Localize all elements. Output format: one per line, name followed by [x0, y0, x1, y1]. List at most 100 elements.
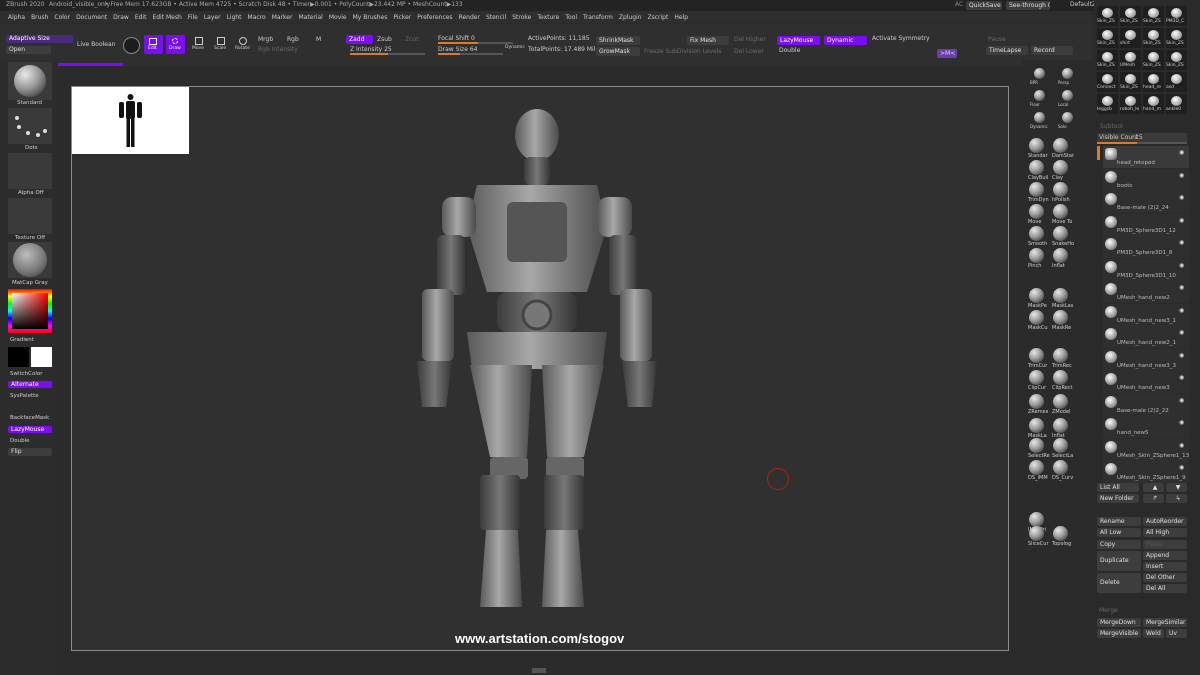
quicksave-button[interactable]: QuickSave	[966, 1, 1002, 10]
pause-button[interactable]: Pause	[988, 37, 1006, 43]
autoreorder-button[interactable]: AutoReorder	[1143, 517, 1187, 526]
subtool-item[interactable]: ◉ boots	[1103, 168, 1189, 191]
menu-item-marker[interactable]: Marker	[272, 14, 293, 21]
spotlight-icon[interactable]	[123, 37, 140, 54]
freeze-subdivision-button[interactable]: Freeze SubDivision Levels	[644, 49, 722, 55]
menu-item-tool[interactable]: Tool	[565, 14, 577, 21]
subtool-item[interactable]: ◉ PM3D_Sphere3D1_12	[1103, 213, 1189, 236]
mergevisible-button[interactable]: MergeVisible	[1097, 629, 1141, 638]
move-to-brush-icon[interactable]	[1053, 204, 1068, 219]
subtool-item[interactable]: ◉ UMesh_hand_new2	[1103, 281, 1189, 303]
menu-item-document[interactable]: Document	[76, 14, 107, 21]
menu-item-my-brushes[interactable]: My Brushes	[353, 14, 388, 21]
menu-item-zplugin[interactable]: Zplugin	[619, 14, 642, 21]
dynamic-button[interactable]: Dynamic	[824, 36, 867, 45]
eye-icon[interactable]: ◉	[1179, 217, 1184, 224]
subtool-item[interactable]: ◉ PM3D_Sphere3D1_8	[1103, 236, 1189, 258]
double-toolbar-button[interactable]: Double	[779, 48, 800, 54]
m-button[interactable]: M	[316, 37, 321, 43]
eye-icon[interactable]: ◉	[1179, 284, 1184, 291]
ds-imm-brush-icon[interactable]	[1029, 460, 1044, 475]
tool-thumbnail[interactable]: Skin_ZS	[1143, 28, 1164, 48]
z-intensity-slider[interactable]: Z Intensity 25	[350, 46, 425, 56]
masklas-brush-icon[interactable]	[1053, 288, 1068, 303]
del-other-button[interactable]: Del Other	[1143, 573, 1187, 582]
all-high-button[interactable]: All High	[1143, 528, 1187, 537]
tool-thumbnail[interactable]: Skin_ZS	[1166, 28, 1187, 48]
visible-count-slider[interactable]: Visible Count 15	[1097, 133, 1187, 144]
subtool-item[interactable]: ◉ UMesh_Skin_ZSphere1_13	[1103, 438, 1189, 461]
menu-item-stroke[interactable]: Stroke	[512, 14, 531, 21]
fix-mesh-button[interactable]: Fix Mesh	[687, 36, 729, 45]
record-button[interactable]: Record	[1031, 46, 1073, 55]
trimrec-brush-icon[interactable]	[1053, 348, 1068, 363]
weld-button[interactable]: Weld	[1143, 629, 1164, 638]
maskla-brush-icon[interactable]	[1029, 418, 1044, 433]
activate-symmetry-button[interactable]: Activate Symmetry	[872, 36, 930, 42]
eye-icon[interactable]: ◉	[1179, 172, 1184, 179]
subtool-item[interactable]: ◉ head_retoped	[1103, 146, 1189, 168]
menu-item-stencil[interactable]: Stencil	[486, 14, 506, 21]
subtool-item[interactable]: ◉ PM3D_Sphere3D1_10	[1103, 258, 1189, 281]
move-up-button[interactable]: ↱	[1143, 494, 1164, 503]
open-button[interactable]: Open	[6, 46, 51, 54]
menu-item-edit[interactable]: Edit	[135, 14, 147, 21]
tool-thumbnail[interactable]: Skin_ZS	[1143, 6, 1164, 26]
scale-button[interactable]: Scale	[212, 35, 230, 54]
tool-thumbnail[interactable]: hand_m	[1143, 94, 1164, 114]
eye-icon[interactable]: ◉	[1179, 442, 1184, 449]
tool-thumbnail[interactable]: Skin_ZS	[1097, 6, 1118, 26]
edit-button[interactable]: Edit	[144, 35, 163, 54]
subtool-scrollbar[interactable]	[1097, 146, 1100, 160]
claybuil-brush-icon[interactable]	[1029, 160, 1044, 175]
subtool-item[interactable]: ◉ UMesh_hand_new3_1	[1103, 303, 1189, 326]
subtool-item[interactable]: ◉ UMesh_hand_new3_3	[1103, 348, 1189, 371]
subtool-item[interactable]: ◉ Base-male (2)2_24	[1103, 191, 1189, 213]
document-canvas[interactable]: www.artstation.com/stogov	[71, 86, 1009, 651]
arrow-down-button[interactable]: ▼	[1166, 483, 1187, 492]
menu-item-alpha[interactable]: Alpha	[8, 14, 25, 21]
all-low-button[interactable]: All Low	[1097, 528, 1141, 537]
secondary-color-swatch[interactable]	[31, 347, 52, 367]
menu-item-picker[interactable]: Picker	[393, 14, 411, 21]
ac-indicator[interactable]: AC	[955, 2, 963, 8]
focal-shift-slider[interactable]: Focal Shift 0	[438, 35, 513, 45]
del-lower-button[interactable]: Del Lower	[734, 49, 764, 55]
tool-thumbnail[interactable]: leggsb	[1097, 94, 1118, 114]
live-boolean-button[interactable]: Live Boolean	[77, 42, 115, 48]
smooth-brush-icon[interactable]	[1029, 226, 1044, 241]
move-down-button[interactable]: ↳	[1166, 494, 1187, 503]
menu-item-zscript[interactable]: Zscript	[648, 14, 669, 21]
menu-item-texture[interactable]: Texture	[537, 14, 559, 21]
tool-thumbnail[interactable]: Skin_ZS	[1120, 72, 1141, 92]
move-brush-icon[interactable]	[1029, 204, 1044, 219]
rename-button[interactable]: Rename	[1097, 517, 1141, 526]
backfacemask-button[interactable]: BackfaceMask	[10, 415, 49, 421]
alternate-button[interactable]: Alternate	[8, 381, 52, 388]
tool-thumbnail[interactable]: Skin_ZS	[1166, 50, 1187, 70]
rgb-button[interactable]: Rgb	[287, 37, 299, 43]
menu-item-layer[interactable]: Layer	[204, 14, 221, 21]
cliprect-brush-icon[interactable]	[1053, 370, 1068, 385]
menu-item-macro[interactable]: Macro	[248, 14, 266, 21]
eye-icon[interactable]: ◉	[1179, 419, 1184, 426]
mrgb-button[interactable]: Mrgb	[258, 37, 273, 43]
menu-item-draw[interactable]: Draw	[113, 14, 129, 21]
arrow-up-button[interactable]: ▲	[1143, 483, 1164, 492]
ds-curv-brush-icon[interactable]	[1053, 460, 1068, 475]
clipcur-brush-icon[interactable]	[1029, 370, 1044, 385]
subtool-item[interactable]: ◉ Base-male (2)2_22	[1103, 393, 1189, 416]
eye-icon[interactable]: ◉	[1179, 149, 1184, 156]
subtool-item[interactable]: ◉ hand_new5	[1103, 416, 1189, 438]
menu-item-help[interactable]: Help	[674, 14, 688, 21]
primary-color-swatch[interactable]	[8, 347, 29, 367]
copy-button[interactable]: Copy	[1097, 540, 1141, 549]
stroke-thumbnail[interactable]	[8, 108, 52, 144]
texture-thumbnail[interactable]	[8, 198, 52, 234]
shrinkmask-button[interactable]: ShrinkMask	[596, 36, 640, 45]
eye-icon[interactable]: ◉	[1179, 464, 1184, 471]
del-all-button[interactable]: Del All	[1143, 584, 1187, 593]
eye-icon[interactable]: ◉	[1179, 194, 1184, 201]
tool-thumbnail[interactable]: Skin_ZS	[1120, 6, 1141, 26]
subtool-item[interactable]: ◉ UMesh_Skin_ZSphere1_9	[1103, 461, 1189, 483]
